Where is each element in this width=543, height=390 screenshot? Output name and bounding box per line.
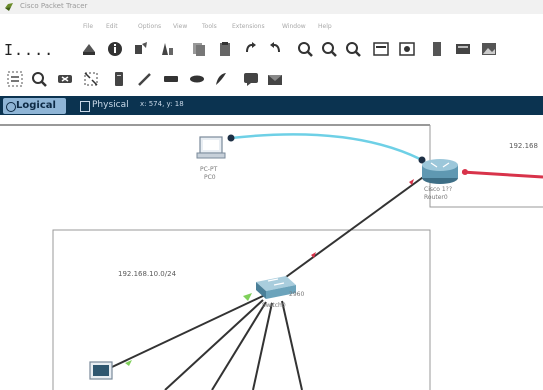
image-icon[interactable]: [478, 38, 500, 60]
router0-model-label: Cisco 1??: [424, 186, 453, 193]
network-icon[interactable]: [78, 38, 100, 60]
note-icon[interactable]: [108, 68, 130, 90]
paste-icon[interactable]: [214, 38, 236, 60]
app-icon: [5, 3, 13, 11]
tab-physical-label: Physical: [92, 100, 129, 110]
topology-canvas: [0, 124, 543, 390]
custom-devices-dialog-icon[interactable]: [396, 38, 418, 60]
link-switch0-pc4: [252, 302, 273, 390]
switch0-name-label: Switch0: [262, 302, 286, 309]
menu-window[interactable]: Window: [282, 23, 306, 30]
link-status-switch0-a: [243, 293, 252, 301]
link-router0-serial: [461, 170, 543, 179]
ellipse-icon[interactable]: [186, 68, 208, 90]
menu-bar: File Edit Options View Tools Extensions …: [0, 14, 543, 34]
resize-icon[interactable]: [80, 68, 102, 90]
tab-logical[interactable]: Logical: [3, 98, 66, 114]
tab-logical-label: Logical: [16, 100, 56, 111]
menu-view[interactable]: View: [173, 23, 187, 30]
menu-help[interactable]: Help: [318, 23, 332, 30]
zoom-out-icon[interactable]: [342, 38, 364, 60]
storage-icon[interactable]: [452, 38, 474, 60]
draw-line-icon[interactable]: [134, 68, 156, 90]
zoom-reset-icon[interactable]: [318, 38, 340, 60]
copy-icon[interactable]: [188, 38, 210, 60]
pc1-device[interactable]: [89, 361, 113, 380]
pc0-device[interactable]: [196, 136, 226, 159]
link-switch0-pc1: [111, 294, 266, 368]
freeform-icon[interactable]: [210, 68, 232, 90]
delete-icon[interactable]: [54, 68, 76, 90]
router0-name-label: Router0: [424, 194, 448, 201]
switch0-model-label: 2960: [289, 291, 305, 298]
link-status-serial: [462, 169, 468, 175]
undo-icon[interactable]: [240, 38, 262, 60]
view-icon[interactable]: [426, 38, 448, 60]
title-bar: Cisco Packet Tracer: [0, 0, 543, 14]
link-switch0-pc5: [281, 300, 303, 390]
network-label-right: 192.168: [509, 142, 538, 150]
simple-pdu-icon[interactable]: [240, 68, 262, 90]
link-status-pc0: [227, 134, 235, 142]
link-switch0-pc2: [164, 299, 264, 390]
network-label-main: 192.168.10.0/24: [118, 270, 177, 278]
rectangle-icon[interactable]: [160, 68, 182, 90]
activity-wizard-icon[interactable]: [130, 38, 152, 60]
secondary-toolbar: [0, 66, 300, 94]
cursor-coordinates: x: 574, y: 18: [140, 100, 184, 108]
workspace-mode-bar: Logical Physical x: 574, y: 18: [0, 96, 543, 115]
logical-workspace[interactable]: PC-PT PC0 Cisco 1?? Router0 2960 Switch0…: [0, 115, 543, 390]
router0-device[interactable]: [422, 159, 458, 184]
drawing-palette-icon[interactable]: [370, 38, 392, 60]
link-pc0-router0: [230, 133, 421, 161]
menu-extensions[interactable]: Extensions: [232, 23, 265, 30]
logical-icon: [6, 102, 16, 112]
physical-icon: [80, 101, 90, 112]
select-icon[interactable]: [4, 68, 26, 90]
side-glyph: I....: [4, 41, 55, 59]
complex-pdu-icon[interactable]: [264, 68, 286, 90]
menu-tools[interactable]: Tools: [202, 23, 217, 30]
menu-file[interactable]: File: [83, 23, 93, 30]
pc0-name-label: PC0: [204, 174, 216, 181]
inspect-icon[interactable]: [28, 68, 50, 90]
primary-toolbar: [76, 36, 506, 66]
zoom-in-icon[interactable]: [294, 38, 316, 60]
info-icon[interactable]: [104, 38, 126, 60]
menu-options[interactable]: Options: [138, 23, 161, 30]
menu-edit[interactable]: Edit: [106, 23, 118, 30]
packet-tracer-window: Cisco Packet Tracer File Edit Options Vi…: [0, 0, 543, 390]
window-title: Cisco Packet Tracer: [20, 2, 88, 10]
redo-icon[interactable]: [264, 38, 286, 60]
pc0-model-label: PC-PT: [200, 166, 218, 173]
custom-device-icon[interactable]: [156, 38, 178, 60]
